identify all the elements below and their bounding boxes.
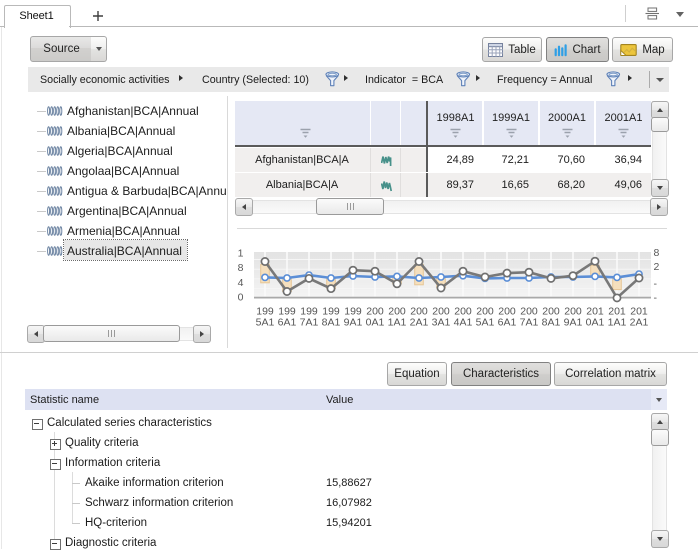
svg-text:5A1: 5A1 — [256, 317, 275, 329]
svg-text:2: 2 — [654, 261, 660, 273]
svg-text:9A1: 9A1 — [344, 317, 363, 329]
svg-text:7A1: 7A1 — [520, 317, 539, 329]
svg-text:-: - — [654, 292, 658, 304]
svg-text:2A1: 2A1 — [410, 317, 429, 329]
svg-text:2A1: 2A1 — [630, 317, 649, 329]
svg-text:1: 1 — [238, 248, 244, 260]
svg-text:5A1: 5A1 — [476, 317, 495, 329]
svg-text:0A1: 0A1 — [366, 317, 385, 329]
svg-text:8A1: 8A1 — [542, 317, 561, 329]
svg-text:0: 0 — [238, 292, 244, 304]
svg-text:6A1: 6A1 — [278, 317, 297, 329]
svg-text:0A1: 0A1 — [586, 317, 605, 329]
svg-text:8: 8 — [238, 262, 244, 274]
svg-text:1A1: 1A1 — [608, 317, 627, 329]
svg-text:6A1: 6A1 — [498, 317, 517, 329]
svg-text:9A1: 9A1 — [564, 317, 583, 329]
svg-text:4A1: 4A1 — [454, 317, 473, 329]
svg-text:7A1: 7A1 — [300, 317, 319, 329]
svg-text:-: - — [654, 278, 658, 290]
svg-text:8: 8 — [654, 247, 660, 259]
svg-text:1A1: 1A1 — [388, 317, 407, 329]
svg-text:3A1: 3A1 — [432, 317, 451, 329]
svg-text:4: 4 — [238, 277, 244, 289]
svg-text:8A1: 8A1 — [322, 317, 341, 329]
